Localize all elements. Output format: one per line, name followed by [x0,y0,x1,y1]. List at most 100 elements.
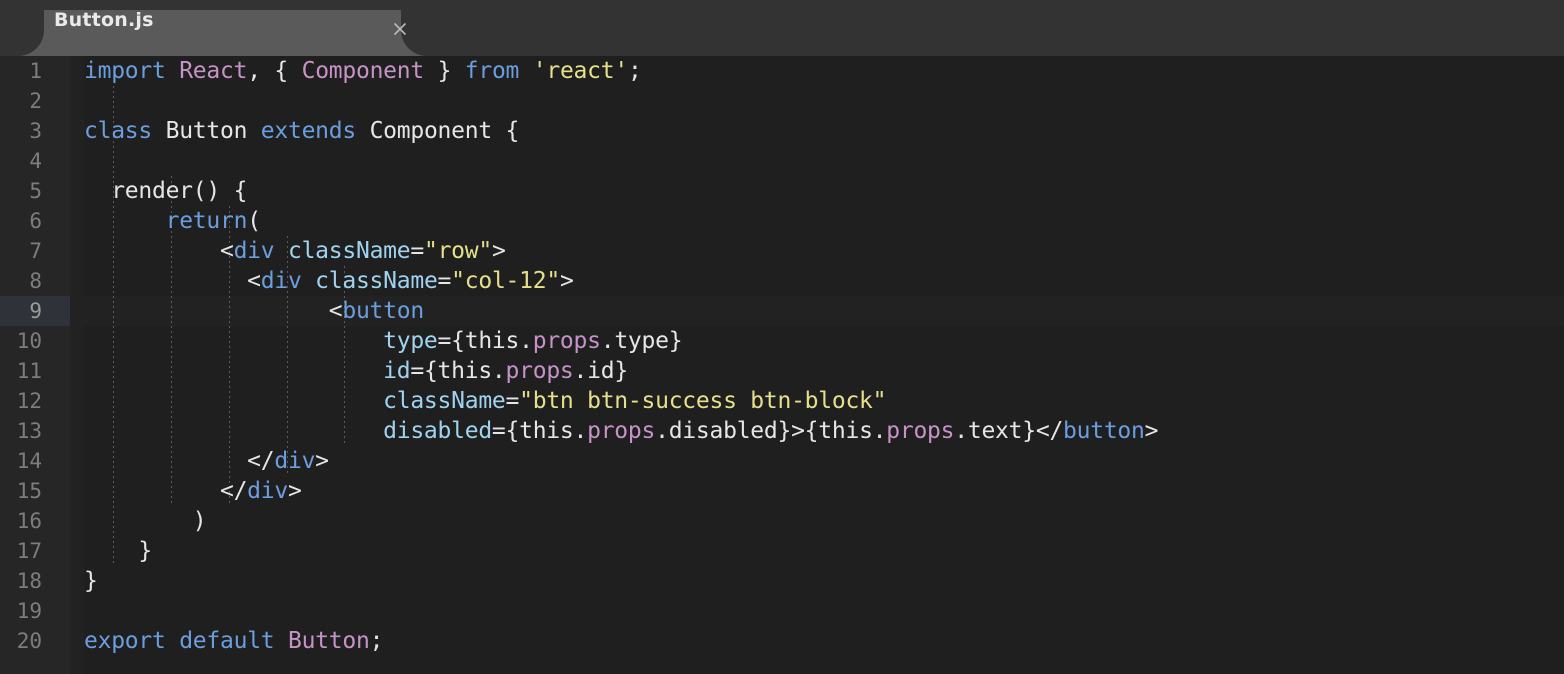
line-number: 13 [16,419,42,443]
code-line[interactable]: disabled={this.props.disabled}>{this.pro… [84,416,1564,446]
code-line[interactable]: <div className="col-12"> [84,266,1564,296]
code-token: render() { [84,178,248,204]
code-token: .text}</ [954,418,1064,444]
code-token: className [287,238,411,264]
code-line[interactable] [84,596,1564,626]
code-token: props [886,418,955,444]
code-token: ; [369,628,384,654]
code-token: props [587,418,656,444]
code-token: > [315,448,329,474]
code-token: } [84,538,152,564]
code-lines[interactable]: import React, { Component } from 'react'… [84,56,1564,656]
code-token: } [423,58,465,84]
code-editor-window: Button.js 1 2 3 4 5 6 7 8 9 10 11 12 13 14 15 16 17 18 19 2… [0,0,1564,674]
line-number: 15 [16,479,42,503]
code-line[interactable]: </div> [84,476,1564,506]
code-token: Button [152,118,261,144]
code-token: props [532,328,601,354]
code-line[interactable]: <button [84,296,1564,326]
code-line[interactable] [84,86,1564,116]
code-line[interactable]: export default Button; [84,626,1564,656]
code-token: "col-12" [451,268,560,294]
code-token: export [84,628,166,654]
code-token: div [260,268,302,294]
code-token: extends [260,118,356,144]
line-number: 4 [29,149,42,173]
gutter-edge [70,56,84,674]
code-token: = [505,388,520,414]
code-token: ={this. [437,328,533,354]
line-number: 20 [16,629,42,653]
code-token: } [84,568,98,594]
line-number: 17 [16,539,42,563]
code-line[interactable]: id={this.props.id} [84,356,1564,386]
code-token: return [165,208,248,234]
code-token: "btn btn-success btn-block" [519,388,887,414]
code-token: > [491,238,506,264]
line-number: 11 [16,359,42,383]
code-line[interactable]: ) [84,506,1564,536]
code-line[interactable]: } [84,566,1564,596]
line-number: 14 [16,449,42,473]
code-token: Button [288,628,370,654]
code-line[interactable]: <div className="row"> [84,236,1564,266]
code-token: </ [84,478,248,504]
code-line[interactable]: import React, { Component } from 'react'… [84,56,1564,86]
line-number: 2 [29,89,42,113]
code-token: className [315,268,438,294]
code-line[interactable] [84,146,1564,176]
code-token: className [383,388,506,414]
code-token: disabled [383,418,492,444]
code-token: < [84,298,343,324]
line-number: 1 [29,59,42,83]
line-number: 9 [0,296,70,326]
tab-bar: Button.js [0,0,1564,56]
code-token: Component [301,58,425,84]
code-token: ; [627,58,642,84]
code-token: class [84,118,152,144]
code-token: > [559,268,574,294]
code-line[interactable]: type={this.props.type} [84,326,1564,356]
code-token: ={this. [410,358,506,384]
code-line[interactable]: } [84,536,1564,566]
editor-body[interactable]: 1 2 3 4 5 6 7 8 9 10 11 12 13 14 15 16 17 18 19 20 import R… [0,56,1564,674]
line-number: 5 [29,179,42,203]
code-token: ) [84,508,207,534]
code-token: = [437,268,452,294]
code-token: .type} [600,328,683,354]
code-line[interactable]: </div> [84,446,1564,476]
tab-left-shoulder [10,10,44,56]
close-icon[interactable] [391,20,409,38]
code-line[interactable]: return( [84,206,1564,236]
code-token: > [1144,418,1159,444]
code-line[interactable]: className="btn btn-success btn-block" [84,386,1564,416]
code-token: id [383,358,411,384]
code-token: = [410,238,424,264]
code-token: .disabled}>{this. [655,418,887,444]
code-token: button [342,298,424,324]
code-token: ( [247,208,261,234]
code-line[interactable]: render() { [84,176,1564,206]
code-token: div [247,478,288,504]
code-area[interactable]: import React, { Component } from 'react'… [84,56,1564,674]
code-line[interactable]: class Button extends Component { [84,116,1564,146]
line-number: 19 [16,599,42,623]
line-number: 12 [16,389,42,413]
code-token: default [179,628,275,654]
code-token: React [179,58,248,84]
line-number: 6 [29,209,42,233]
tab-title: Button.js [54,9,154,31]
code-token: type [383,328,438,354]
line-number: 3 [29,119,42,143]
line-number: 7 [29,239,42,263]
code-token: ={this. [491,418,588,444]
